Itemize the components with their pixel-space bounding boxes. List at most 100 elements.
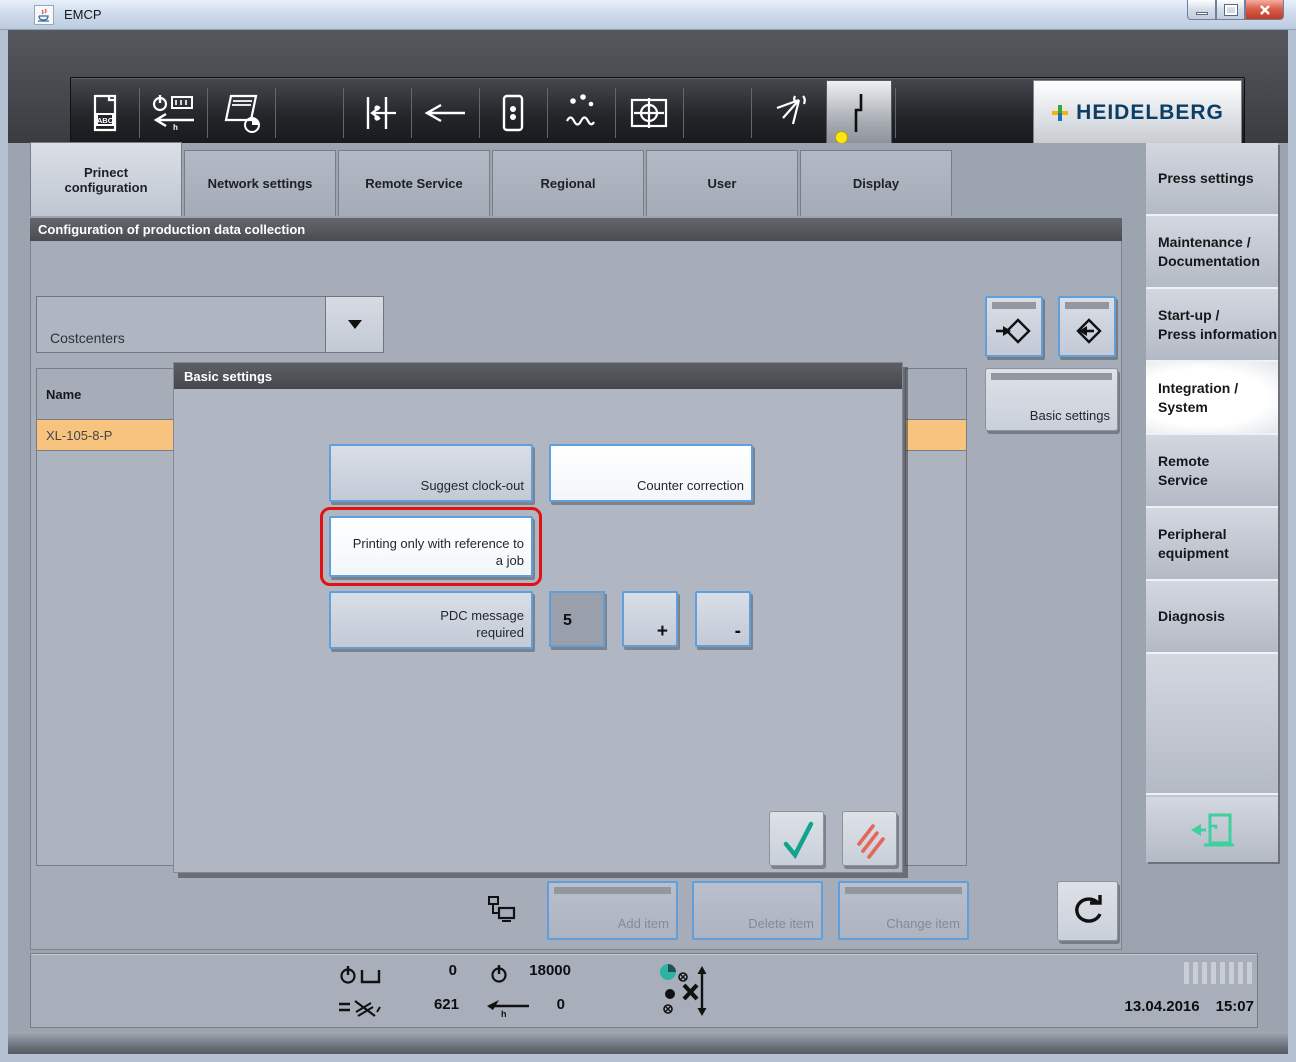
tab-display[interactable]: Display <box>800 150 952 216</box>
exit-button[interactable] <box>1146 797 1278 862</box>
sidebar-item-peripheral-equipment[interactable]: Peripheral equipment <box>1146 508 1278 581</box>
window-title: EMCP <box>64 7 102 22</box>
toolbar-separator <box>411 88 412 138</box>
delete-item-label: Delete item <box>748 916 814 933</box>
tab-label: Display <box>853 176 899 191</box>
toolbar-separator <box>139 88 140 138</box>
basic-settings-button-label: Basic settings <box>1030 408 1110 425</box>
plus-icon: + <box>657 621 668 643</box>
sheet-infeed-button[interactable] <box>344 80 410 146</box>
counter-report-button[interactable]: ABC <box>72 80 138 146</box>
toolbar-separator <box>895 88 896 138</box>
check-icon <box>777 817 817 861</box>
dampening-button[interactable] <box>548 80 614 146</box>
pdc-value-field[interactable]: 5 <box>549 591 605 647</box>
close-button[interactable] <box>1245 0 1284 20</box>
per-hour-value: 0 <box>531 996 565 1013</box>
sidebar-item-label: Start-up / Press information <box>1158 306 1277 342</box>
refresh-button[interactable] <box>1057 881 1118 941</box>
minimize-button[interactable] <box>1187 0 1216 20</box>
export-settings-button[interactable] <box>1058 296 1116 357</box>
maximize-button[interactable] <box>1216 0 1245 20</box>
sidebar-item-maintenance-documentation[interactable]: Maintenance / Documentation <box>1146 216 1278 289</box>
brand-wordmark: HEIDELBERG <box>1076 101 1224 125</box>
toolbar-separator <box>479 88 480 138</box>
dropdown-arrow-button[interactable] <box>325 297 383 352</box>
press-state-icon <box>656 960 708 1025</box>
change-item-button[interactable]: Change item <box>838 881 969 940</box>
sheet-backward-button[interactable] <box>412 80 478 146</box>
sidebar-item-integration-system[interactable]: Integration / System <box>1146 362 1278 435</box>
toolbar-separator <box>275 88 276 138</box>
impression-count-value: 0 <box>411 962 457 979</box>
table-header-fragment <box>905 368 967 420</box>
suggest-clock-out-toggle[interactable]: Suggest clock-out <box>329 444 533 502</box>
button-stripe <box>845 887 962 894</box>
minus-icon: - <box>735 621 741 643</box>
decrement-button[interactable]: - <box>695 591 751 647</box>
close-icon <box>1259 4 1271 16</box>
clock-out-icon: h <box>150 93 196 133</box>
status-bar: 0 18000 621 h 0 <box>30 953 1258 1028</box>
row-name-cell: XL-105-8-P <box>46 428 112 443</box>
cancel-button[interactable] <box>842 811 897 866</box>
job-sheet-button[interactable] <box>208 80 274 146</box>
exit-door-icon <box>1188 810 1236 850</box>
tab-label: Network settings <box>208 176 313 191</box>
datetime-display: 13.04.201615:07 <box>931 998 1254 1015</box>
heidelberg-plus-icon <box>1051 104 1069 122</box>
tab-label: User <box>708 176 737 191</box>
tab-regional[interactable]: Regional <box>492 150 644 216</box>
printing-only-with-job-toggle[interactable]: Printing only with reference to a job <box>329 516 533 577</box>
sidebar-item-diagnosis[interactable]: Diagnosis <box>1146 581 1278 654</box>
table-row-selected-fragment[interactable] <box>905 420 967 451</box>
clock-out-button[interactable]: h <box>140 80 206 146</box>
svg-text:ABC: ABC <box>97 116 114 125</box>
import-settings-button[interactable] <box>985 296 1043 357</box>
date-value: 13.04.2016 <box>1125 998 1200 1015</box>
press-step-icon <box>844 90 874 136</box>
tab-prinect-configuration[interactable]: Prinect configuration <box>30 142 182 216</box>
toolbar-separator <box>615 88 616 138</box>
sidebar-item-remote-service[interactable]: Remote Service <box>1146 435 1278 508</box>
sidebar-item-label: Remote Service <box>1158 452 1209 488</box>
main-toolbar: ABC h <box>70 77 1245 149</box>
net-count-value: 621 <box>401 996 459 1013</box>
pdc-message-required-toggle[interactable]: PDC message required <box>329 591 533 649</box>
delete-item-button[interactable]: Delete item <box>692 881 823 940</box>
tab-remote-service[interactable]: Remote Service <box>338 150 490 216</box>
printing-plate-icon <box>500 93 526 133</box>
increment-button[interactable]: + <box>622 591 678 647</box>
register-button[interactable] <box>616 80 682 146</box>
sidebar-item-startup-press-information[interactable]: Start-up / Press information <box>1146 289 1278 362</box>
printing-plate-button[interactable] <box>480 80 546 146</box>
svg-text:h: h <box>501 1009 507 1019</box>
chevron-down-icon <box>348 320 362 329</box>
costcenters-dropdown[interactable]: Costcenters <box>36 296 384 353</box>
tab-network-settings[interactable]: Network settings <box>184 150 336 216</box>
table-row-selected[interactable]: XL-105-8-P <box>36 420 176 451</box>
dialog-titlebar: Basic settings <box>174 363 902 389</box>
sidebar-item-label: Integration / System <box>1158 379 1238 415</box>
basic-settings-button[interactable]: Basic settings <box>985 368 1118 431</box>
button-stripe <box>554 887 671 894</box>
dialog-title-label: Basic settings <box>184 369 272 384</box>
counter-correction-toggle[interactable]: Counter correction <box>549 444 753 502</box>
maximize-icon <box>1225 5 1237 15</box>
confirm-button[interactable] <box>769 811 824 866</box>
sidebar-item-label: Peripheral equipment <box>1158 525 1229 561</box>
add-item-button[interactable]: Add item <box>547 881 678 940</box>
washup-icon <box>769 92 811 134</box>
washup-button[interactable] <box>757 80 823 146</box>
java-cup-glyph <box>37 8 51 22</box>
sidebar-item-press-settings[interactable]: Press settings <box>1146 143 1278 216</box>
heidelberg-logo-panel: HEIDELBERG <box>1033 80 1242 146</box>
section-header-title: Configuration of production data collect… <box>38 222 305 237</box>
table-body-empty-fragment <box>905 451 967 866</box>
toolbar-separator <box>751 88 752 138</box>
tab-user[interactable]: User <box>646 150 798 216</box>
toolbar-separator <box>343 88 344 138</box>
section-header: Configuration of production data collect… <box>30 218 1122 241</box>
job-sheet-icon <box>220 92 262 134</box>
net-count-icon <box>335 996 383 1025</box>
